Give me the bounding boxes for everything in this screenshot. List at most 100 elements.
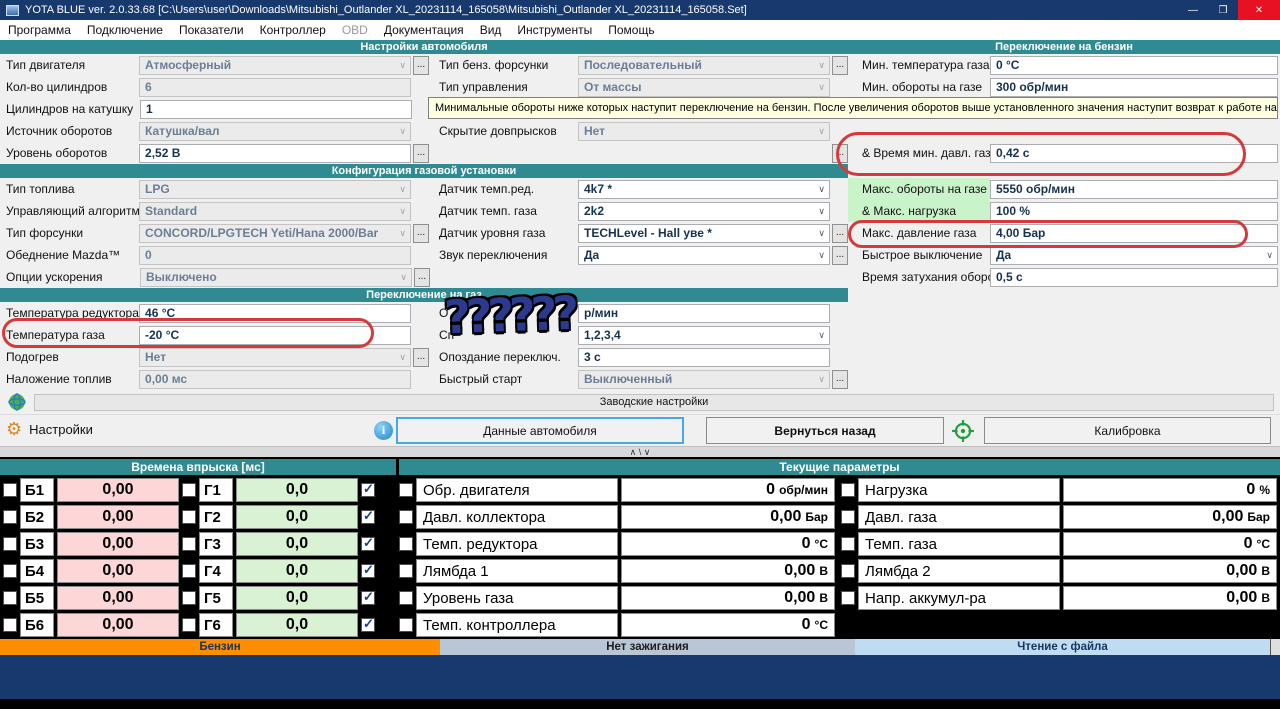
menu-controller[interactable]: Контроллер: [252, 23, 334, 37]
form-row: Тип форсунки CONCORD/LPGTECH Yeti/Hana 2…: [0, 222, 848, 244]
max-gas-pressure-field[interactable]: 4,00 Бар: [990, 224, 1278, 243]
close-button[interactable]: ✕: [1238, 0, 1280, 20]
gas-temp-sensor-select[interactable]: 2k2: [578, 202, 830, 221]
mazda-leaning-field[interactable]: 0: [139, 246, 411, 265]
info-icon[interactable]: [374, 421, 393, 440]
controller-temp-value: 0°C: [621, 613, 835, 637]
extra-injection-hiding-select[interactable]: Нет: [578, 122, 830, 141]
back-button[interactable]: Вернуться назад: [706, 417, 944, 444]
fuel-type-select[interactable]: LPG: [139, 180, 411, 199]
reducer-temperature-field[interactable]: 46 °C: [139, 304, 411, 323]
menu-view[interactable]: Вид: [472, 23, 510, 37]
g5-checkbox[interactable]: [182, 591, 196, 605]
menu-connection[interactable]: Подключение: [79, 23, 171, 37]
factory-settings-bar[interactable]: Заводские настройки: [34, 394, 1274, 411]
load-checkbox[interactable]: [841, 483, 855, 497]
gas-level-sensor-more-button[interactable]: ...: [832, 224, 848, 243]
heating-select[interactable]: Нет: [139, 348, 411, 367]
car-data-button[interactable]: Данные автомобиля: [396, 417, 684, 444]
mid-more-button[interactable]: ...: [832, 144, 848, 163]
lambda2-checkbox[interactable]: [841, 564, 855, 578]
maximize-button[interactable]: ❐: [1208, 0, 1238, 20]
collapse-toggle[interactable]: ∧ \ ∨: [0, 446, 1280, 457]
g5-value: 0,0: [236, 586, 358, 610]
fast-start-more-button[interactable]: ...: [832, 370, 848, 389]
cylinders-per-coil-field[interactable]: 1: [140, 100, 412, 119]
menu-documentation[interactable]: Документация: [376, 23, 472, 37]
fast-disable-select[interactable]: Да: [990, 246, 1278, 265]
rpm-level-field[interactable]: 2,52 В: [139, 144, 411, 163]
g3-checkbox[interactable]: [182, 537, 196, 551]
battery-voltage-checkbox[interactable]: [841, 591, 855, 605]
b4-checkbox[interactable]: [3, 564, 17, 578]
injector-type-select[interactable]: CONCORD/LPGTECH Yeti/Hana 2000/Bar: [139, 224, 411, 243]
switch-delay-field[interactable]: 3 с: [578, 348, 830, 367]
ignition-status: Нет зажигания: [440, 639, 855, 655]
row3-enabled-checkbox[interactable]: [361, 537, 375, 551]
fuel-overlap-field[interactable]: 0,00 мс: [139, 370, 411, 389]
control-algorithm-select[interactable]: Standard: [139, 202, 411, 221]
minimize-button[interactable]: —: [1178, 0, 1208, 20]
switch-sound-select[interactable]: Да: [578, 246, 830, 265]
max-gas-rpm-field[interactable]: 5550 обр/мин: [990, 180, 1278, 199]
min-gas-pressure-time-field[interactable]: 0,42 с: [990, 144, 1278, 163]
petrol-injector-type-select[interactable]: Последовательный: [578, 56, 830, 75]
row1-enabled-checkbox[interactable]: [361, 483, 375, 497]
menu-tools[interactable]: Инструменты: [509, 23, 600, 37]
b3-checkbox[interactable]: [3, 537, 17, 551]
row6-enabled-checkbox[interactable]: [361, 618, 375, 632]
row5-enabled-checkbox[interactable]: [361, 591, 375, 605]
petrol-injector-more-button[interactable]: ...: [832, 56, 848, 75]
globe-icon[interactable]: [8, 393, 26, 411]
engine-type-select[interactable]: Атмосферный: [139, 56, 411, 75]
gas-temperature-field[interactable]: -20 °C: [139, 326, 411, 345]
manifold-pressure-checkbox[interactable]: [399, 510, 413, 524]
rpm-decay-time-field[interactable]: 0,5 с: [990, 268, 1278, 287]
engine-rpm-checkbox[interactable]: [399, 483, 413, 497]
fast-start-select[interactable]: Выключенный: [578, 370, 830, 389]
injector-type-more-button[interactable]: ...: [413, 224, 429, 243]
row4-enabled-checkbox[interactable]: [361, 564, 375, 578]
g1-checkbox[interactable]: [182, 483, 196, 497]
lambda1-checkbox[interactable]: [399, 564, 413, 578]
control-type-select[interactable]: От массы: [578, 78, 830, 97]
min-gas-rpm-field[interactable]: 300 обр/мин: [990, 78, 1278, 97]
reducer-temp-sensor-select[interactable]: 4k7 *: [578, 180, 830, 199]
gas-pressure-checkbox[interactable]: [841, 510, 855, 524]
rpm-level-more-button[interactable]: ...: [413, 144, 429, 163]
reducer-temp-checkbox[interactable]: [399, 537, 413, 551]
max-load-field[interactable]: 100 %: [990, 202, 1278, 221]
g6-checkbox[interactable]: [182, 618, 196, 632]
heating-more-button[interactable]: ...: [413, 348, 429, 367]
calibration-button[interactable]: Калибровка: [984, 417, 1271, 444]
gas-temp-checkbox[interactable]: [841, 537, 855, 551]
menu-indicators[interactable]: Показатели: [171, 23, 252, 37]
g2-label: Г2: [199, 505, 233, 529]
g2-checkbox[interactable]: [182, 510, 196, 524]
row2-enabled-checkbox[interactable]: [361, 510, 375, 524]
b6-checkbox[interactable]: [3, 618, 17, 632]
b2-checkbox[interactable]: [3, 510, 17, 524]
gas-level-checkbox[interactable]: [399, 591, 413, 605]
menu-help[interactable]: Помощь: [600, 23, 662, 37]
obscured-rpm-field[interactable]: р/мин: [578, 304, 830, 323]
factory-settings-row: Заводские настройки: [0, 390, 1280, 414]
menu-program[interactable]: Программа: [0, 23, 79, 37]
min-gas-temp-field[interactable]: 0 °C: [990, 56, 1278, 75]
switch-sound-more-button[interactable]: ...: [832, 246, 848, 265]
obscured-sequence-select[interactable]: 1,2,3,4: [578, 326, 830, 345]
acceleration-options-more-button[interactable]: ...: [414, 268, 430, 287]
target-icon[interactable]: [951, 419, 975, 443]
controller-temp-checkbox[interactable]: [399, 618, 413, 632]
cylinders-count-field[interactable]: 6: [139, 78, 411, 97]
gas-level-sensor-select[interactable]: TECHLevel - Hall уве *: [578, 224, 830, 243]
b6-value: 0,00: [57, 613, 179, 637]
acceleration-options-select[interactable]: Выключено: [140, 268, 412, 287]
tooltip: Минимальные обороты ниже которых наступи…: [428, 97, 1278, 119]
engine-type-more-button[interactable]: ...: [413, 56, 429, 75]
settings-button[interactable]: Настройки: [6, 420, 93, 438]
b1-checkbox[interactable]: [3, 483, 17, 497]
g4-checkbox[interactable]: [182, 564, 196, 578]
b5-checkbox[interactable]: [3, 591, 17, 605]
rpm-source-select[interactable]: Катушка/вал: [139, 122, 411, 141]
